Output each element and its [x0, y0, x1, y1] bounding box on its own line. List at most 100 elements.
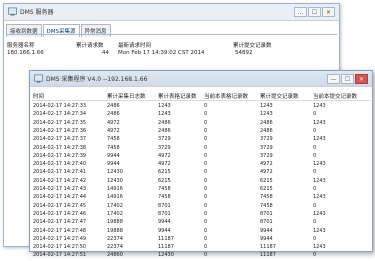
cell-current-table-records: 0 — [204, 111, 208, 118]
cell-collected-logs: 14916 — [107, 194, 123, 201]
column-header-submitted-records: 累计提交记录数 — [260, 94, 299, 100]
table-row[interactable]: 2014-02-17 14:27:48 19888 9944 0 9944 1243 — [30, 228, 372, 237]
cell-time: 2014-02-17 14:27:40 — [33, 161, 87, 168]
cell-time: 2014-02-17 14:27:44 — [33, 194, 87, 201]
cell-table-records: 1243 — [158, 111, 171, 118]
table-row[interactable]: 2014-02-17 14:27:45 17402 8701 0 7458 0 — [30, 203, 372, 212]
table-row[interactable]: 2014-02-17 14:27:34 2486 1243 0 1243 0 — [30, 111, 372, 120]
column-header-submitted: 累计提交记录数 — [233, 43, 272, 49]
cell-time: 2014-02-17 14:27:50 — [33, 244, 87, 251]
cell-current-table-records: 0 — [204, 210, 208, 217]
cell-table-records: 2486 — [158, 127, 171, 134]
cell-table-records: 4972 — [158, 152, 171, 159]
cell-current-table-records: 0 — [204, 219, 208, 226]
cell-current-submitted: 0 — [313, 169, 317, 176]
tab-received-data[interactable]: 接收到数据 — [6, 24, 42, 37]
cell-time: 2014-02-17 14:27:48 — [33, 227, 87, 234]
minimize-button[interactable]: — — [327, 74, 340, 84]
cell-collected-logs: 2486 — [107, 111, 120, 118]
table-row[interactable]: 2014-02-17 14:27:47 19888 9944 0 8701 0 — [30, 219, 372, 228]
cell-table-records: 1243 — [158, 103, 171, 109]
table-row[interactable]: 2014-02-17 14:27:37 7458 3729 0 3729 1243 — [30, 136, 372, 145]
cell-current-submitted: 1243 — [313, 161, 326, 168]
table-row[interactable]: 2014-02-17 14:27:50 22374 11187 0 11187 1243 — [30, 244, 372, 253]
cell-submitted-records: 8701 — [260, 210, 273, 217]
tab-bar: 接收到数据 DMS采集源 异常消息 — [6, 24, 112, 37]
title-bar[interactable]: DMS 采集程序 V4.0 --192.168.1.66 — ☐ ✕ — [30, 71, 372, 87]
cell-current-table-records: 0 — [204, 169, 208, 176]
cell-time: 2014-02-17 14:27:33 — [33, 103, 87, 109]
cell-current-submitted: 0 — [313, 202, 317, 209]
cell-current-table-records: 0 — [204, 227, 208, 234]
cell-submitted-records: 1243 — [260, 103, 273, 109]
cell-current-table-records: 0 — [204, 194, 208, 201]
cell-table-records: 11187 — [158, 235, 174, 242]
maximize-button[interactable]: ☐ — [308, 7, 321, 17]
table-row[interactable]: 2014-02-17 14:27:40 9944 4972 0 4972 1243 — [30, 161, 372, 170]
column-header-table-records: 累计表格记录数 — [158, 94, 197, 100]
tab-divider — [6, 34, 337, 35]
table-row[interactable]: 2014-02-17 14:27:43 14916 7458 0 6215 0 — [30, 186, 372, 195]
cell-table-records: 3729 — [158, 136, 171, 143]
cell-table-records: 8701 — [158, 202, 171, 209]
cell-submitted-records: 4972 — [260, 161, 273, 168]
cell-collected-logs: 2486 — [107, 103, 120, 109]
cell-time: 2014-02-17 14:27:51 — [33, 252, 87, 259]
table-row[interactable]: 2014-02-17 14:27:51 24860 12430 0 11187 0 — [30, 252, 372, 261]
minimize-button[interactable]: ... — [294, 7, 307, 17]
cell-current-table-records: 0 — [204, 136, 208, 143]
cell-server-name: 180.166.1.66 — [7, 50, 44, 56]
cell-current-submitted: 1243 — [313, 119, 326, 126]
tab-exceptions[interactable]: 异常消息 — [80, 24, 111, 37]
table-row[interactable]: 2014-02-17 14:27:49 22374 11187 0 9944 0 — [30, 236, 372, 245]
cell-submitted-records: 11187 — [260, 252, 276, 259]
table-row[interactable]: 2014-02-17 14:27:38 7458 3729 0 3729 0 — [30, 145, 372, 154]
cell-current-table-records: 0 — [204, 127, 208, 134]
cell-submitted-records: 6215 — [260, 186, 273, 192]
close-button[interactable]: ✕ — [355, 74, 368, 84]
cell-table-records: 12430 — [158, 252, 174, 259]
cell-current-submitted: 0 — [313, 186, 317, 192]
cell-table-records: 8701 — [158, 210, 171, 217]
cell-collected-logs: 22374 — [107, 235, 123, 242]
cell-submitted-records: 7458 — [260, 202, 273, 209]
table-row[interactable]: 2014-02-17 14:27:42 12430 6215 0 6215 1243 — [30, 178, 372, 187]
cell-current-submitted: 0 — [313, 152, 317, 159]
cell-current-submitted: 0 — [313, 111, 317, 118]
table-row[interactable]: 2014-02-17 14:27:44 14916 7458 0 7458 1243 — [30, 194, 372, 203]
cell-current-submitted: 1243 — [313, 136, 326, 143]
cell-time: 2014-02-17 14:27:39 — [33, 152, 87, 159]
column-header-server: 服务器名称 — [7, 43, 35, 49]
maximize-button[interactable]: ☐ — [341, 74, 354, 84]
table-row[interactable]: 2014-02-17 14:27:39 9944 4972 0 3729 0 — [30, 153, 372, 162]
cell-current-table-records: 0 — [204, 186, 208, 192]
cell-time: 2014-02-17 14:27:37 — [33, 136, 87, 143]
cell-current-table-records: 0 — [204, 252, 208, 259]
cell-collected-logs: 19888 — [107, 219, 123, 226]
cell-table-records: 9944 — [158, 219, 171, 226]
cell-submitted-records: 1243 — [260, 111, 273, 118]
table-row[interactable]: 2014-02-17 14:27:36 4972 2486 0 2486 0 — [30, 128, 372, 137]
table-row[interactable]: 2014-02-17 14:27:33 2486 1243 0 1243 1243 — [30, 103, 372, 112]
cell-time: 2014-02-17 14:27:45 — [33, 202, 87, 209]
cell-submitted-records: 3729 — [260, 152, 273, 159]
close-button[interactable]: ✕ — [322, 7, 335, 17]
cell-current-table-records: 0 — [204, 161, 208, 168]
window-title: DMS 服务器 — [20, 9, 54, 16]
cell-current-table-records: 0 — [204, 103, 208, 109]
cell-current-submitted: 1243 — [313, 103, 326, 109]
cell-submitted: 54892 — [235, 50, 253, 56]
cell-time: 2014-02-17 14:27:36 — [33, 127, 87, 134]
table-row[interactable]: 2014-02-17 14:27:46 17402 8701 0 8701 1243 — [30, 211, 372, 220]
cell-table-records: 3729 — [158, 144, 171, 151]
cell-requests: 44 — [102, 50, 109, 56]
tab-dms-sources[interactable]: DMS采集源 — [42, 24, 80, 37]
app-icon — [34, 74, 43, 83]
table-row[interactable]: 2014-02-17 14:27:35 4972 2486 0 2486 1243 — [30, 120, 372, 129]
cell-collected-logs: 12430 — [107, 169, 123, 176]
cell-current-submitted: 1243 — [313, 210, 326, 217]
title-bar[interactable]: DMS 服务器 ... ☐ ✕ — [4, 4, 339, 21]
dms-collector-window[interactable]: DMS 采集程序 V4.0 --192.168.1.66 — ☐ ✕ 时间 累计… — [29, 70, 373, 258]
cell-current-submitted: 1243 — [313, 177, 326, 184]
table-row[interactable]: 2014-02-17 14:27:41 12430 6215 0 4972 0 — [30, 169, 372, 178]
